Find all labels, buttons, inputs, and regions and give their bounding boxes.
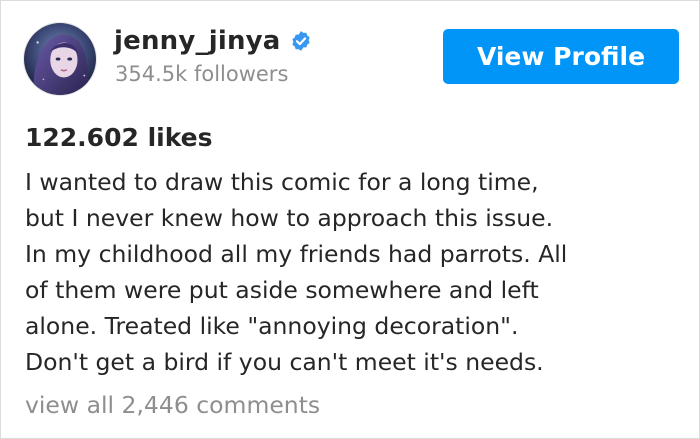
likes-count: 122.602 likes [25, 123, 213, 152]
username-row: jenny_jinya [114, 25, 312, 57]
verified-badge-icon [290, 30, 312, 52]
avatar[interactable] [23, 22, 97, 96]
caption-line: I wanted to draw this comic for a long t… [25, 168, 539, 196]
post-header: jenny_jinya 354.5k followers View Profil… [1, 1, 700, 111]
view-all-comments-link[interactable]: view all 2,446 comments [25, 387, 320, 423]
caption-line: Don't get a bird if you can't meet it's … [25, 348, 544, 376]
caption-line: but I never knew how to approach this is… [25, 204, 554, 232]
caption-line: of them were put aside somewhere and lef… [25, 276, 539, 304]
username-link[interactable]: jenny_jinya [114, 25, 281, 57]
instagram-embed-card: jenny_jinya 354.5k followers View Profil… [0, 0, 700, 439]
illustrated-portrait-avatar [24, 23, 96, 95]
post-caption: I wanted to draw this comic for a long t… [25, 164, 685, 380]
caption-line: alone. Treated like "annoying decoration… [25, 312, 519, 340]
followers-count: 354.5k followers [115, 62, 289, 86]
view-profile-button[interactable]: View Profile [443, 29, 679, 84]
caption-line: In my childhood all my friends had parro… [25, 240, 568, 268]
